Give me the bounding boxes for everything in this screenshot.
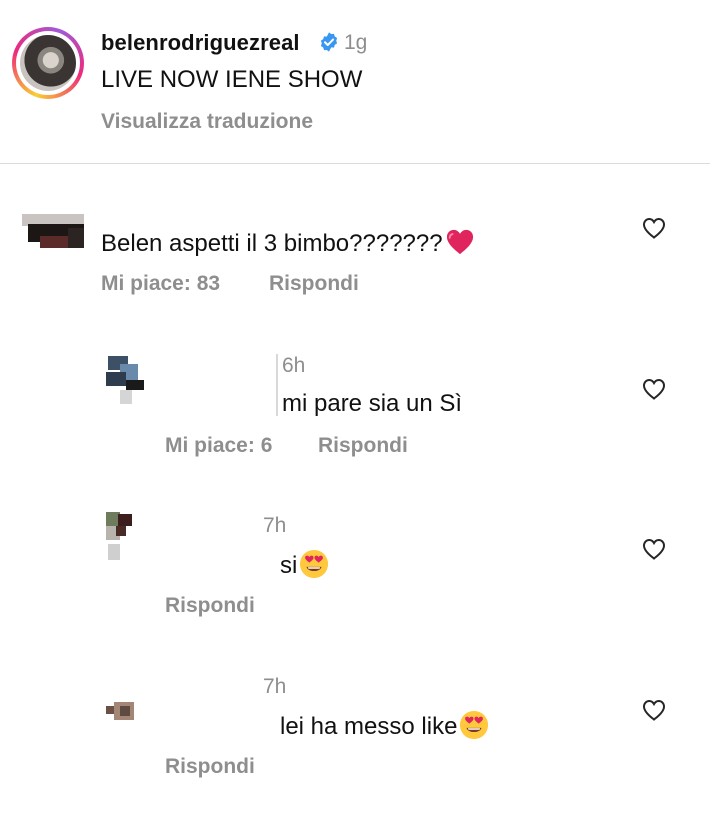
reply-button[interactable]: Rispondi xyxy=(318,434,408,458)
post-time: 1g xyxy=(344,31,368,54)
post-caption: LIVE NOW IENE SHOW xyxy=(101,66,363,93)
reply-time: 7h xyxy=(263,514,287,537)
heart-eyes-emoji-icon xyxy=(300,549,329,579)
reply-body: lei ha messo like xyxy=(280,713,458,740)
reply-avatar[interactable] xyxy=(106,512,136,562)
heart-eyes-emoji-icon xyxy=(460,710,489,740)
reply-text: si xyxy=(280,549,329,580)
reply-time: 7h xyxy=(263,675,287,698)
redaction-bar xyxy=(276,354,278,416)
comment-body: Belen aspetti il 3 bimbo??????? xyxy=(101,230,443,257)
reply-time: 6h xyxy=(282,354,306,377)
comment-likes[interactable]: Mi piace: 83 xyxy=(101,272,220,296)
reply-avatar[interactable] xyxy=(106,702,134,722)
reply-text: mi pare sia un Sì xyxy=(282,390,463,417)
like-heart-icon[interactable] xyxy=(641,698,667,722)
divider xyxy=(0,163,710,164)
avatar[interactable] xyxy=(20,35,76,91)
verified-badge-icon xyxy=(320,32,338,52)
reply-body: si xyxy=(280,552,298,579)
like-heart-icon[interactable] xyxy=(641,537,667,561)
see-translation-link[interactable]: Visualizza traduzione xyxy=(101,110,313,134)
reply-button[interactable]: Rispondi xyxy=(165,594,255,618)
comment-text: Belen aspetti il 3 bimbo??????? xyxy=(101,228,475,258)
reply-avatar[interactable] xyxy=(106,356,146,406)
reply-likes[interactable]: Mi piace: 6 xyxy=(165,434,272,458)
post-username[interactable]: belenrodriguezreal xyxy=(101,30,300,56)
like-heart-icon[interactable] xyxy=(641,377,667,401)
reply-button[interactable]: Rispondi xyxy=(269,272,359,296)
like-heart-icon[interactable] xyxy=(641,216,667,240)
comment-avatar[interactable] xyxy=(22,214,84,254)
reply-button[interactable]: Rispondi xyxy=(165,755,255,779)
reply-text: lei ha messo like xyxy=(280,710,489,741)
red-heart-emoji-icon xyxy=(446,229,473,255)
